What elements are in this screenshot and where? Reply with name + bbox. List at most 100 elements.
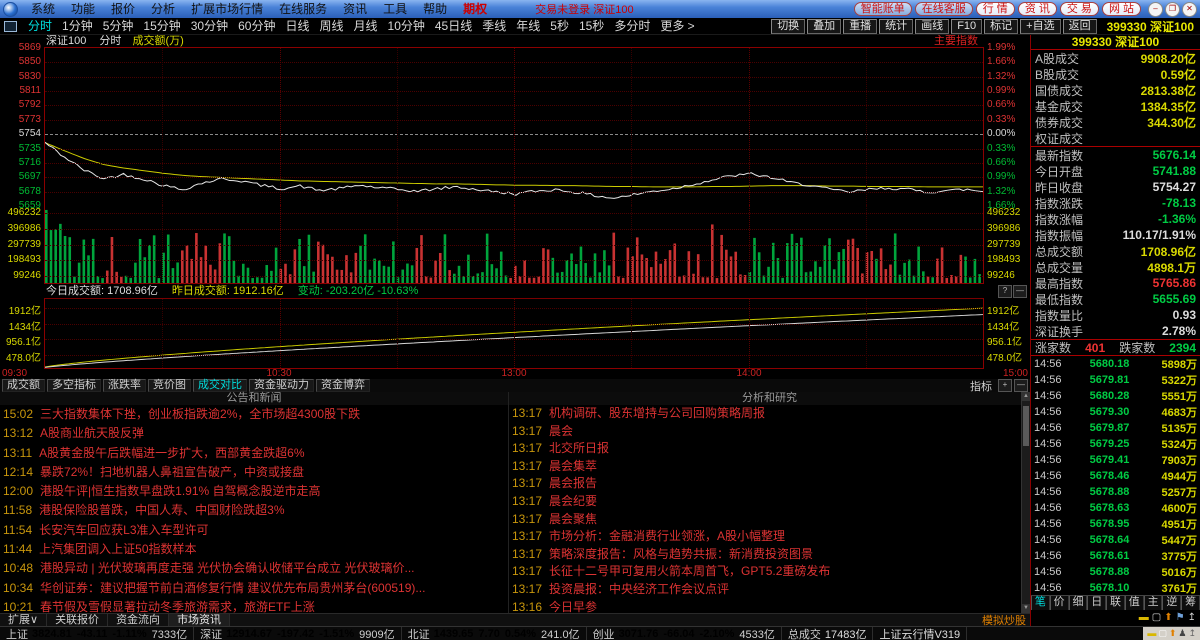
statusbar-icon[interactable]: ↥ [1188,628,1196,639]
sim-trading-link[interactable]: 模拟炒股 [982,612,1026,628]
toolbar-action-button[interactable]: 重播 [843,19,877,34]
period-button[interactable]: 月线 [349,19,383,34]
panel-tab[interactable]: 主 [1144,596,1163,610]
period-button[interactable]: 10分钟 [383,19,430,34]
news-item[interactable]: 13:11A股黄金股午后跌幅进一步扩大，西部黄金跌超6% [3,444,508,463]
index-quote[interactable]: 北证 1439.65 7.70 0.54% 241.0亿 [402,627,587,640]
major-index-link[interactable]: 主要指数 [934,35,978,47]
period-button[interactable]: 15秒 [574,19,609,34]
period-button[interactable]: 5秒 [545,19,574,34]
menu-item[interactable]: 分析 [143,0,183,18]
panel-tab[interactable]: 筹 [1181,596,1200,610]
indicator-tab[interactable]: 多空指标 [47,379,101,392]
news-item[interactable]: 10:21春节假及雪假显著拉动冬季旅游需求，旅游ETF上涨 [3,598,508,613]
titlebar-pill-button[interactable]: 行 情 [976,2,1015,16]
toolbar-action-button[interactable]: 标记 [984,19,1018,34]
panel-icon[interactable]: ▬ [1139,612,1149,624]
titlebar-pill-button[interactable]: 智能账单 [854,2,912,16]
panel-tab[interactable]: 值 [1125,596,1144,610]
cumulative-plot[interactable] [44,298,984,369]
period-button[interactable]: 日线 [280,19,314,34]
period-button[interactable]: 多分时 [609,19,655,34]
news-item[interactable]: 10:34华创证券：建议把握节前白酒修复行情 建议优先布局贵州茅台(600519… [3,579,508,598]
menu-item[interactable]: 功能 [63,0,103,18]
menu-item[interactable]: 系统 [23,0,63,18]
indicator-tab[interactable]: 涨跌率 [103,379,146,392]
bottom-tab[interactable]: 市场资讯 [169,614,230,626]
add-indicator-icon[interactable]: + [998,379,1012,392]
news-item[interactable]: 13:17机构调研、股东增持与公司回购策略周报 [512,405,1030,423]
indicator-tab[interactable]: 资金驱动力 [249,379,314,392]
restore-window-icon[interactable] [4,21,17,32]
panel-icon[interactable]: ▢ [1152,612,1161,624]
toolbar-action-button[interactable]: 返回 [1063,19,1097,34]
minimize-indicator-icon[interactable]: — [1014,379,1028,392]
panel-icon[interactable]: ↥ [1188,612,1196,624]
period-button[interactable]: 年线 [511,19,545,34]
period-button[interactable]: 分时 [23,19,57,34]
news-item[interactable]: 13:17长征十二号甲可复用火箭本周首飞，GPT5.2重磅发布 [512,563,1030,581]
titlebar-pill-button[interactable]: 在线客服 [915,2,973,16]
news-item[interactable]: 15:02三大指数集体下挫，创业板指跌逾2%，全市场超4300股下跌 [3,405,508,424]
period-button[interactable]: 45日线 [430,19,477,34]
titlebar-pill-button[interactable]: 交 易 [1060,2,1099,16]
panel-tab[interactable]: 逆 [1162,596,1181,610]
menu-item-options[interactable]: 期权 [455,0,495,18]
panel-tab[interactable]: 日 [1087,596,1106,610]
indicator-tab[interactable]: 资金博弈 [316,379,370,392]
period-button[interactable]: 更多 > [655,19,699,34]
statusbar-icon[interactable]: ♟ [1178,628,1186,639]
statusbar-icon[interactable]: ⬆ [1169,628,1177,639]
panel-tab[interactable]: 联 [1106,596,1125,610]
titlebar-pill-button[interactable]: 资 讯 [1018,2,1057,16]
panel-tab[interactable]: 笔 [1031,596,1050,610]
news-item[interactable]: 13:17策略深度报告：风格与趋势共振：新消费投资图景 [512,546,1030,564]
window-control-icon[interactable]: – [1148,2,1163,17]
price-plot[interactable] [44,47,984,205]
scrollbar-thumb[interactable] [1023,406,1029,446]
toolbar-action-button[interactable]: 叠加 [807,19,841,34]
news-item[interactable]: 10:48港股异动 | 光伏玻璃再度走强 光伏协会确认收储平台成立 光伏玻璃价.… [3,559,508,578]
statusbar-icon[interactable]: ▢ [1158,628,1167,639]
collapse-icon[interactable]: — [1013,285,1027,298]
news-item[interactable]: 12:14暴跌72%！扫地机器人鼻祖宣告破产，中资或接盘 [3,463,508,482]
news-item[interactable]: 13:17晨会报告 [512,475,1030,493]
period-button[interactable]: 周线 [314,19,348,34]
window-control-icon[interactable]: ❐ [1165,2,1180,17]
news-item[interactable]: 13:17晨会纪要 [512,493,1030,511]
news-item[interactable]: 11:54长安汽车回应获L3准入车型许可 [3,521,508,540]
scroll-up-icon[interactable]: ▲ [1022,392,1030,401]
index-quote[interactable]: 创业 3071.76 -66.04 -2.10% 4533亿 [587,627,782,640]
period-button[interactable]: 1分钟 [57,19,98,34]
indicator-tab[interactable]: 竞价图 [148,379,191,392]
panel-icon[interactable]: ⬆ [1164,612,1172,624]
toolbar-action-button[interactable]: +自选 [1020,19,1060,34]
help-icon[interactable]: ? [998,285,1012,298]
bottom-tab[interactable]: 关联报价 [47,614,108,626]
news-item[interactable]: 13:17晨会 [512,423,1030,441]
menu-item[interactable]: 报价 [103,0,143,18]
news-item[interactable]: 13:16今日早参 [512,599,1030,613]
news-item[interactable]: 13:17北交所日报 [512,440,1030,458]
panel-icon[interactable]: ⚑ [1176,612,1185,624]
toolbar-action-button[interactable]: F10 [951,19,982,34]
menu-item[interactable]: 资讯 [335,0,375,18]
bottom-tab[interactable]: 扩展∨ [0,614,47,626]
window-control-icon[interactable]: ✕ [1182,2,1197,17]
news-item[interactable]: 11:58港股保险股普跌，中国人寿、中国财险跌超3% [3,501,508,520]
period-button[interactable]: 30分钟 [186,19,233,34]
news-item[interactable]: 13:17市场分析：金融消费行业领涨，A股小幅整理 [512,528,1030,546]
menu-item[interactable]: 工具 [375,0,415,18]
news-item[interactable]: 13:17晨会集萃 [512,458,1030,476]
news-item[interactable]: 13:17投资晨报：中央经济工作会议点评 [512,581,1030,599]
news-scrollbar[interactable]: ▲ ▼ [1021,392,1030,613]
news-item[interactable]: 13:12A股商业航天股反弹 [3,424,508,443]
toolbar-action-button[interactable]: 统计 [879,19,913,34]
volume-plot[interactable] [44,205,984,284]
bottom-tab[interactable]: 资金流向 [108,614,169,626]
index-quote[interactable]: 深证 12914.67 -197.42 -1.51% 9909亿 [194,627,402,640]
menu-item[interactable]: 在线服务 [271,0,335,18]
news-item[interactable]: 12:00港股午评|恒生指数早盘跌1.91% 自驾概念股逆市走高 [3,482,508,501]
period-button[interactable]: 15分钟 [138,19,185,34]
period-button[interactable]: 5分钟 [98,19,139,34]
